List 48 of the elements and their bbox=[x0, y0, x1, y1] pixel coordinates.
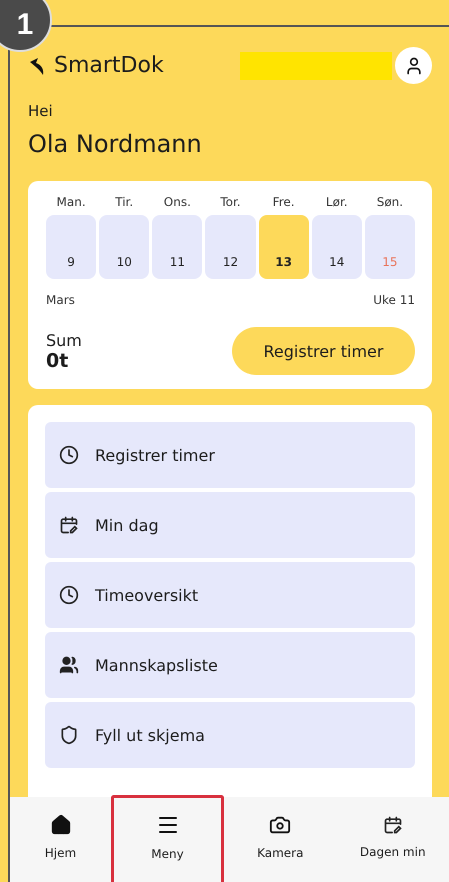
weekday-label: Man. bbox=[56, 195, 87, 209]
week-number: Uke 11 bbox=[373, 293, 415, 307]
register-hours-button[interactable]: Registrer timer bbox=[232, 327, 415, 375]
weekday-label: Søn. bbox=[376, 195, 404, 209]
weekday-label: Lør. bbox=[324, 195, 349, 209]
day-tile[interactable]: 14 bbox=[312, 215, 362, 279]
day-tile[interactable]: 11 bbox=[152, 215, 202, 279]
day-number: 12 bbox=[222, 255, 238, 269]
day-tile[interactable]: 10 bbox=[99, 215, 150, 279]
weekday-label: Ons. bbox=[162, 195, 192, 209]
greeting: Hei bbox=[28, 102, 54, 120]
day-tile[interactable]: 13 bbox=[258, 215, 309, 279]
day-tile[interactable]: 9 bbox=[46, 215, 96, 279]
day-number: 9 bbox=[67, 255, 75, 269]
app-logo-text: SmartDok bbox=[54, 53, 164, 78]
shield-icon bbox=[59, 725, 79, 745]
clock-icon bbox=[59, 445, 79, 465]
calendar-edit-icon bbox=[59, 515, 79, 535]
clock-icon bbox=[59, 585, 79, 605]
user-name: Ola Nordmann bbox=[28, 130, 203, 158]
nav-tab[interactable]: Meny bbox=[111, 795, 224, 882]
month-label: Mars bbox=[46, 293, 75, 307]
nav-tab[interactable]: Hjem bbox=[10, 795, 111, 882]
menu-item[interactable]: Registrer timer bbox=[45, 422, 415, 488]
day-number: 11 bbox=[170, 255, 185, 269]
profile-button[interactable] bbox=[395, 47, 432, 84]
weekday-label: Tir. bbox=[114, 195, 134, 209]
sum-label: Sum bbox=[46, 330, 82, 350]
menu-item[interactable]: Timeoversikt bbox=[45, 562, 415, 628]
home-icon bbox=[50, 814, 72, 836]
calendar-edit-icon bbox=[382, 815, 403, 835]
sum-value: 0t bbox=[46, 350, 70, 372]
nav-tab[interactable]: Dagen min bbox=[336, 795, 449, 882]
menu-item[interactable]: Fyll ut skjema bbox=[45, 702, 415, 768]
day-tile[interactable]: 12 bbox=[205, 215, 256, 279]
bird-logo-icon bbox=[28, 56, 46, 76]
menu-item[interactable]: Mannskapsliste bbox=[45, 632, 415, 698]
weekday-label: Tor. bbox=[219, 195, 242, 209]
day-number: 13 bbox=[275, 255, 292, 269]
people-icon bbox=[59, 655, 79, 675]
menu-item[interactable]: Min dag bbox=[45, 492, 415, 558]
day-number: 15 bbox=[382, 255, 398, 269]
weekday-label: Fre. bbox=[272, 195, 296, 209]
day-number: 10 bbox=[116, 255, 132, 269]
day-number: 14 bbox=[329, 255, 344, 269]
step-badge: 1 bbox=[0, 0, 52, 52]
nav-tab[interactable]: Kamera bbox=[224, 795, 336, 882]
camera-icon bbox=[269, 814, 292, 836]
